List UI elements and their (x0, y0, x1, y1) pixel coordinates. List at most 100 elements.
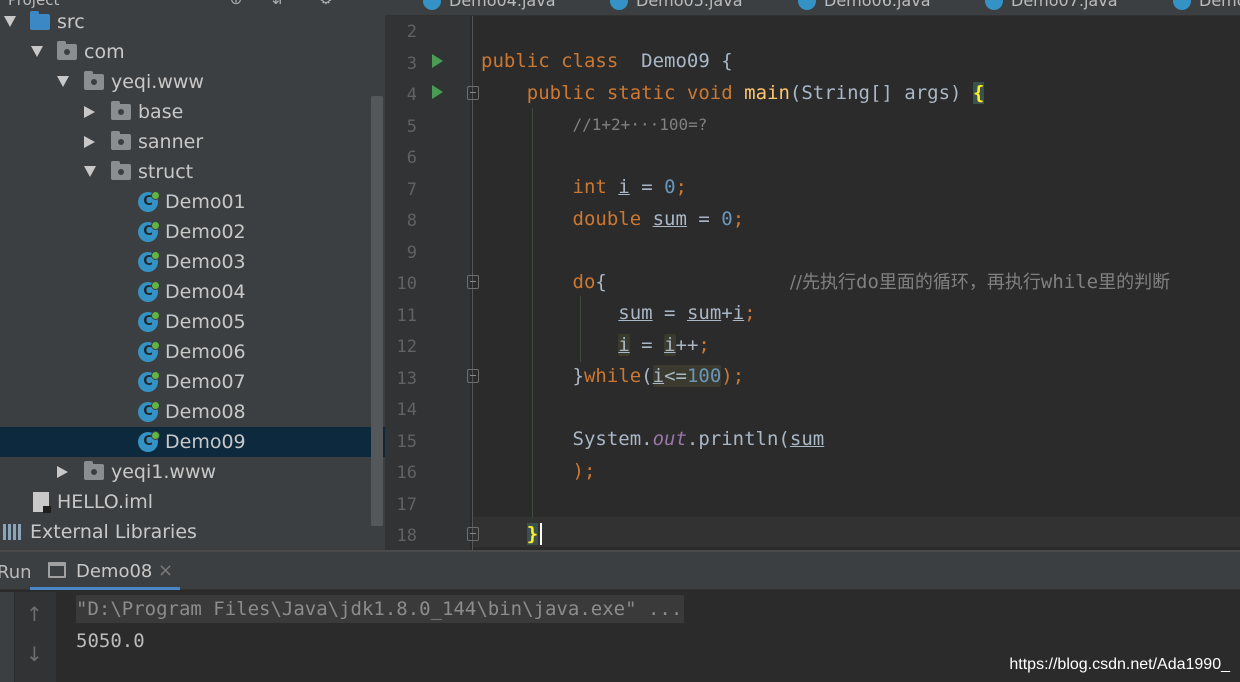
console-icon (48, 562, 66, 578)
chevron-down-icon[interactable] (57, 76, 69, 87)
tree-item-demo04[interactable]: C Demo04 (0, 277, 385, 307)
tree-scrollbar[interactable] (371, 96, 383, 526)
locate-icon[interactable]: ⊕ (228, 0, 244, 7)
code-line-4: public static void main(String[] args) { (481, 78, 985, 108)
tree-item-demo06[interactable]: C Demo06 (0, 337, 385, 367)
tree-item-yeqi-www[interactable]: yeqi.www (0, 67, 385, 97)
java-class-icon: C (138, 221, 160, 242)
tree-item-demo07[interactable]: C Demo07 (0, 367, 385, 397)
down-arrow-icon[interactable]: ↓ (26, 642, 43, 666)
code-token: { (972, 82, 985, 104)
tree-label: Demo05 (165, 311, 246, 333)
code-token: = (629, 334, 665, 356)
run-gutter-icon[interactable] (432, 54, 443, 68)
line-number: 16 (396, 463, 417, 483)
chevron-down-icon[interactable] (84, 166, 96, 177)
line-number: 3 (406, 54, 417, 74)
tree-item-struct[interactable]: struct (0, 157, 385, 187)
tree-item-com[interactable]: com (0, 37, 385, 67)
code-editor[interactable]: Demo04.java Demo05.java Demo06.java Demo… (385, 0, 1240, 550)
code-line-8: double sum = 0; (481, 204, 745, 234)
code-token: i (618, 334, 630, 356)
code-token: ; (732, 208, 745, 230)
java-class-icon (1173, 0, 1191, 10)
code-token: ); (721, 365, 745, 387)
code-token: { (595, 271, 607, 293)
collapse-icon[interactable]: ⇵ (270, 0, 286, 7)
project-tool-window: Project ⊕ ⇵ ⚙ src com yeqi.www base sann… (0, 0, 385, 550)
package-folder-icon (84, 71, 104, 90)
editor-gutter: 2 3 4 5 6 7 8 9 10 11 12 13 14 15 16 17 … (385, 16, 470, 550)
tree-label: External Libraries (30, 521, 197, 543)
code-comment-part: //先执行 (789, 272, 857, 293)
tree-item-yeqi1-www[interactable]: yeqi1.www (0, 457, 385, 487)
tree-item-external-libraries[interactable]: External Libraries (0, 517, 385, 547)
code-token: out (652, 428, 687, 450)
java-class-icon (985, 0, 1003, 10)
code-comment-part: 里面的循环，再执行 (878, 272, 1041, 293)
tree-item-base[interactable]: base (0, 97, 385, 127)
chevron-right-icon[interactable] (84, 106, 95, 118)
tree-item-demo02[interactable]: C Demo02 (0, 217, 385, 247)
up-arrow-icon[interactable]: ↑ (26, 602, 43, 626)
tree-item-demo05[interactable]: C Demo05 (0, 307, 385, 337)
line-number: 6 (406, 148, 417, 168)
tab-label: Demo06.java (824, 0, 931, 10)
run-tab-demo08[interactable]: Demo08 × (30, 552, 180, 590)
line-number: 4 (406, 85, 417, 105)
code-line-15: System.out.println(sum (481, 424, 825, 454)
code-token: ++ (675, 334, 699, 356)
current-line-highlight (473, 517, 1240, 547)
code-token: i (732, 302, 745, 324)
line-number: 17 (396, 495, 417, 515)
tree-item-hello-iml[interactable]: HELLO.iml (0, 487, 385, 517)
fold-icon[interactable] (467, 86, 479, 100)
code-token: Demo09 { (629, 50, 733, 72)
fold-icon[interactable] (467, 275, 479, 289)
tree-item-sanner[interactable]: sanner (0, 127, 385, 157)
java-class-icon: C (138, 401, 160, 422)
tree-item-demo03[interactable]: C Demo03 (0, 247, 385, 277)
code-token: (String[] args) (789, 82, 973, 104)
chevron-right-icon[interactable] (84, 136, 95, 148)
console-command-line: "D:\Program Files\Java\jdk1.8.0_144\bin\… (76, 595, 685, 623)
gear-icon[interactable]: ⚙ (318, 0, 334, 7)
code-comment-part: 里的判断 (1098, 272, 1171, 293)
code-token-group: i<=100 (652, 365, 722, 387)
editor-tab-bar: Demo04.java Demo05.java Demo06.java Demo… (385, 0, 1240, 16)
code-token: <= (664, 365, 687, 387)
tab-label: Demo04.java (449, 0, 556, 10)
tree-label: src (57, 11, 85, 33)
code-token: sum (789, 428, 825, 450)
tree-item-demo09[interactable]: C Demo09 (0, 427, 385, 457)
code-line-10: do{ //先执行do里面的循环，再执行while里的判断 (481, 267, 1171, 297)
code-token: } (572, 365, 584, 387)
code-token: = (629, 176, 665, 198)
line-number: 7 (406, 180, 417, 200)
code-line-7: int i = 0; (481, 172, 687, 202)
code-token: 100 (686, 365, 722, 387)
tree-label: Demo03 (165, 251, 246, 273)
tree-item-demo08[interactable]: C Demo08 (0, 397, 385, 427)
tree-item-demo01[interactable]: C Demo01 (0, 187, 385, 217)
fold-icon[interactable] (467, 369, 479, 383)
tree-item-src[interactable]: src (0, 7, 385, 37)
chevron-down-icon[interactable] (4, 16, 16, 27)
tree-label: Demo07 (165, 371, 246, 393)
code-comment-part: while (1040, 271, 1099, 293)
iml-file-icon (33, 492, 51, 513)
chevron-down-icon[interactable] (31, 46, 43, 57)
line-number: 12 (396, 337, 417, 357)
code-token: + (721, 302, 733, 324)
run-gutter-icon[interactable] (432, 85, 443, 99)
line-number: 10 (396, 274, 417, 294)
tab-label: Demo07.java (1011, 0, 1118, 10)
java-class-icon (423, 0, 441, 10)
tree-label: Demo02 (165, 221, 246, 243)
line-number: 8 (406, 211, 417, 231)
run-sidebar: ↑ ↓ (0, 592, 56, 682)
fold-icon[interactable] (467, 527, 479, 541)
code-token: public static void (526, 82, 733, 104)
chevron-right-icon[interactable] (57, 466, 68, 478)
close-icon[interactable]: × (158, 560, 173, 581)
